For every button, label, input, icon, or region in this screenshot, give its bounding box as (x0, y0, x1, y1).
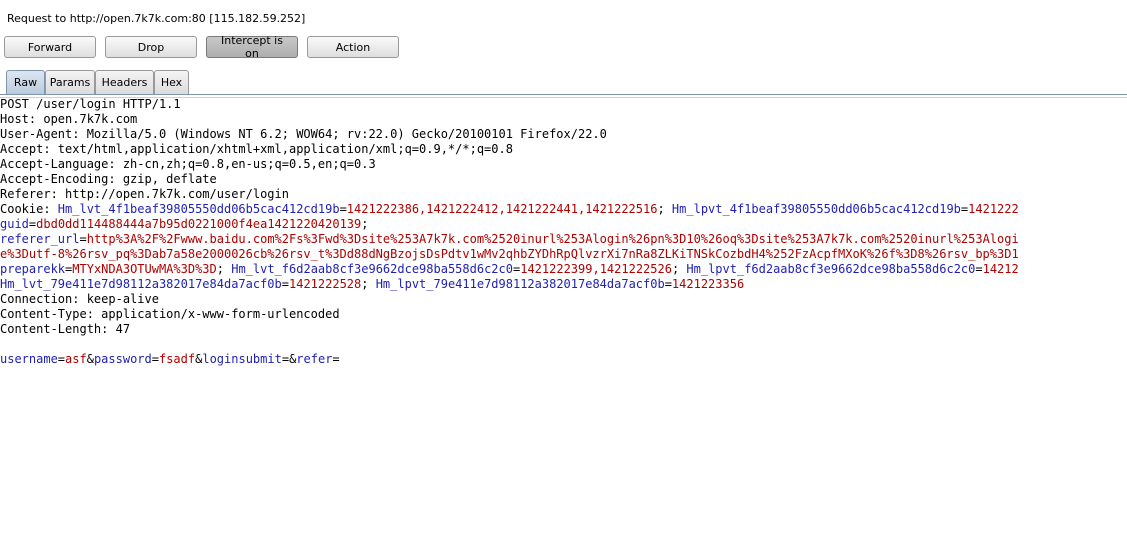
param-value: dbd0dd114488444a7b95d0221000f4ea14212204… (36, 217, 362, 231)
request-text: Host: open.7k7k.com (0, 112, 138, 126)
request-target-label: Request to http://open.7k7k.com:80 [115.… (7, 12, 306, 25)
request-text: = (281, 277, 289, 291)
request-line: Accept-Language: zh-cn,zh;q=0.8,en-us;q=… (0, 157, 1127, 172)
request-line: referer_url=http%3A%2F%2Fwww.baidu.com%2… (0, 232, 1127, 247)
request-line: preparekk = MTYxNDA3OTUwMA%3D%3D; Hm_lvt_f… (0, 262, 1127, 277)
raw-request-editor[interactable]: POST /user/login HTTP/1.1 Host: open.7k7k… (0, 97, 1127, 547)
request-line: Connection: keep-alive (0, 292, 1127, 307)
param-name: referer_url (0, 232, 80, 246)
tab-params[interactable]: Params (45, 70, 95, 94)
param-name: preparekk (0, 262, 66, 276)
request-text: Cookie: (0, 202, 58, 216)
param-value: http%3A%2F%2Fwww.baidu.com%2Fs%3Fwd%3Dsi… (86, 232, 1019, 246)
request-text: = (332, 352, 340, 366)
request-text: = (151, 352, 159, 366)
request-text: Accept-Language: zh-cn,zh;q=0.8,en-us;q=… (0, 157, 376, 171)
request-line: Referer: http://open.7k7k.com/user/login (0, 187, 1127, 202)
param-value: 14212 (982, 262, 1019, 276)
request-text: = (79, 232, 87, 246)
param-value: asf (65, 352, 87, 366)
request-text: Referer: http://open.7k7k.com/user/login (0, 187, 289, 201)
request-line: Accept-Encoding: gzip, deflate (0, 172, 1127, 187)
request-text: = (664, 277, 672, 291)
request-text: Connection: keep-alive (0, 292, 159, 306)
request-line: Hm_lvt_79e411e7d98112a382017e84da7acf0b=… (0, 277, 1127, 292)
request-text: POST /user/login HTTP/1.1 (0, 97, 181, 111)
request-text: Content-Type: application/x-www-form-url… (0, 307, 340, 321)
param-value: MTYxNDA3OTUwMA%3D%3D (72, 262, 217, 276)
tab-divider (0, 94, 1127, 95)
request-line: Content-Type: application/x-www-form-url… (0, 307, 1127, 322)
param-name: Hm_lvt_79e411e7d98112a382017e84da7acf0b (0, 277, 282, 291)
request-text: User-Agent: Mozilla/5.0 (Windows NT 6.2;… (0, 127, 607, 141)
param-name: username (0, 352, 58, 366)
request-text: ; (361, 277, 376, 291)
request-line: Content-Length: 47 (0, 322, 1127, 337)
request-line (0, 337, 1127, 352)
request-text: Content-Length: 47 (0, 322, 131, 336)
request-text: Accept-Encoding: gzip, deflate (0, 172, 217, 186)
request-text: = (57, 352, 66, 366)
param-value: 1421222 (968, 202, 1019, 216)
param-name: refer (296, 352, 333, 366)
tab-raw[interactable]: Raw (6, 70, 45, 94)
request-line: User-Agent: Mozilla/5.0 (Windows NT 6.2;… (0, 127, 1127, 142)
request-text: = (975, 262, 983, 276)
request-line: Accept: text/html,application/xhtml+xml,… (0, 142, 1127, 157)
param-value: 1421222399,1421222526 (520, 262, 672, 276)
action-button[interactable]: Action (307, 36, 399, 58)
request-line: POST /user/login HTTP/1.1 (0, 97, 1127, 112)
param-name: Hm_lpvt_79e411e7d98112a382017e84da7acf0b (375, 277, 665, 291)
request-text: ; (657, 202, 672, 216)
request-text: ; (216, 262, 232, 276)
request-text: ; (671, 262, 687, 276)
request-line: guid=dbd0dd114488444a7b95d0221000f4ea142… (0, 217, 1127, 232)
request-line: Cookie: Hm_lvt_4f1beaf39805550dd06b5cac4… (0, 202, 1127, 217)
param-name: guid (0, 217, 29, 231)
param-name: Hm_lvt_f6d2aab8cf3e9662dce98ba558d6c2c0 (231, 262, 513, 276)
param-name: Hm_lpvt_4f1beaf39805550dd06b5cac412cd19b (671, 202, 961, 216)
tab-headers[interactable]: Headers (95, 70, 154, 94)
param-value: e%3Dutf-8%26rsv_pq%3Dab7a58e2000026cb%26… (0, 247, 1019, 261)
request-line: Host: open.7k7k.com (0, 112, 1127, 127)
param-name: loginsubmit (202, 352, 282, 366)
param-name: password (93, 352, 152, 366)
param-value: 1421222386,1421222412,1421222441,1421222… (346, 202, 658, 216)
tab-hex[interactable]: Hex (154, 70, 189, 94)
request-text: Accept: text/html,application/xhtml+xml,… (0, 142, 513, 156)
request-text: ; (361, 217, 369, 231)
intercept-toggle-button[interactable]: Intercept is on (206, 34, 298, 60)
param-name: Hm_lpvt_f6d2aab8cf3e9662dce98ba558d6c2c0 (686, 262, 976, 276)
param-value: 1421223356 (671, 277, 745, 291)
request-text: = (339, 202, 347, 216)
param-value: 1421222528 (289, 277, 362, 291)
forward-button[interactable]: Forward (4, 36, 96, 58)
drop-button[interactable]: Drop (105, 36, 197, 58)
request-text: & (86, 352, 94, 366)
param-name: Hm_lvt_4f1beaf39805550dd06b5cac412cd19b (57, 202, 340, 216)
request-text: = (281, 352, 290, 366)
request-line: username=asf&password=fsadf&loginsubmit=… (0, 352, 1127, 367)
param-value: fsadf (158, 352, 196, 366)
request-line: e%3Dutf-8%26rsv_pq%3Dab7a58e2000026cb%26… (0, 247, 1127, 262)
